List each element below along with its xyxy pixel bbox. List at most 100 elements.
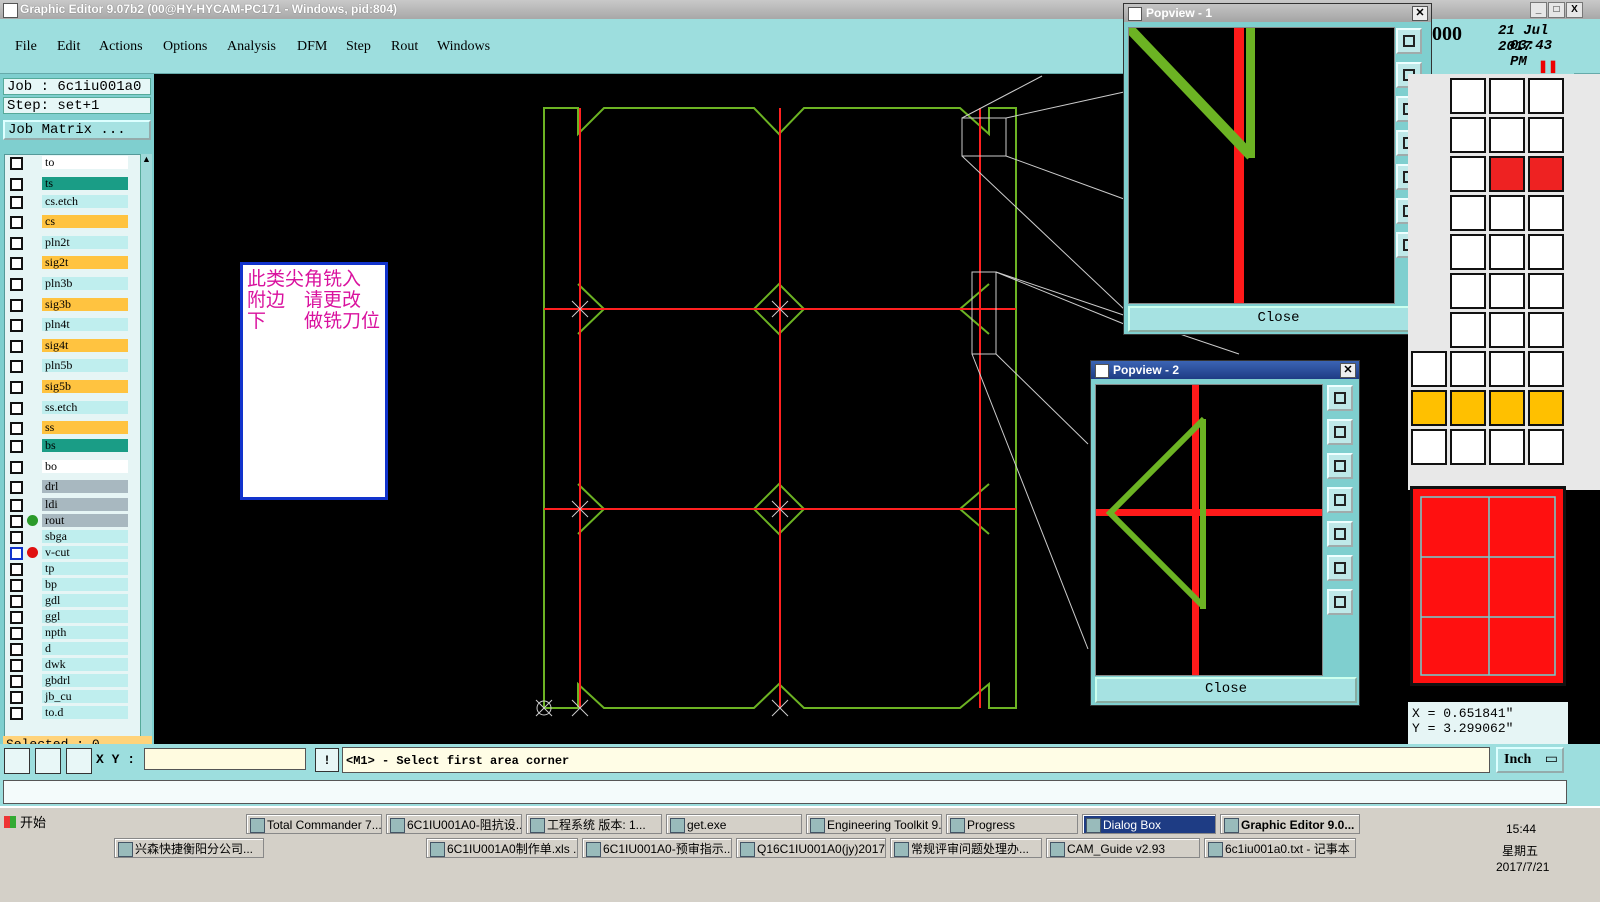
popview-1-close-button[interactable]: Close: [1128, 306, 1429, 332]
layer-row[interactable]: ldi: [5, 497, 143, 513]
tool-button[interactable]: [1528, 429, 1564, 465]
layer-checkbox[interactable]: [10, 401, 23, 415]
layer-row[interactable]: drl: [5, 479, 143, 495]
layer-checkbox[interactable]: [10, 579, 23, 593]
layer-checkbox[interactable]: [10, 157, 23, 170]
tool-button[interactable]: [1450, 195, 1486, 231]
layer-checkbox[interactable]: [10, 515, 23, 529]
popview-2-titlebar[interactable]: Popview - 2 ✕: [1091, 361, 1359, 379]
layer-row[interactable]: cs: [5, 214, 143, 230]
taskbar-button[interactable]: Total Commander 7....: [246, 814, 382, 834]
layer-checkbox[interactable]: [10, 195, 23, 209]
layer-checkbox[interactable]: [10, 499, 23, 513]
tool-button[interactable]: [1450, 390, 1486, 426]
popview-1-canvas[interactable]: [1125, 24, 1395, 304]
taskbar-button[interactable]: Q16C1IU001A0(jy)2017...: [736, 838, 886, 858]
layer-checkbox[interactable]: [10, 643, 23, 657]
tool-button[interactable]: [1528, 312, 1564, 348]
tool-button[interactable]: [1528, 117, 1564, 153]
overview-minimap[interactable]: [1410, 486, 1566, 686]
layer-checkbox[interactable]: [10, 691, 23, 705]
tool-button[interactable]: [1489, 195, 1525, 231]
popview-2-window[interactable]: Popview - 2 ✕ Close: [1090, 360, 1360, 706]
layer-row[interactable]: d: [5, 641, 143, 657]
tool-button[interactable]: [1450, 273, 1486, 309]
layer-checkbox[interactable]: [10, 611, 23, 625]
tool-button[interactable]: [1489, 429, 1525, 465]
layer-row[interactable]: sig5b: [5, 379, 143, 394]
popview-1-titlebar[interactable]: Popview - 1 ✕: [1124, 4, 1431, 22]
scroll-up-arrow[interactable]: ▲: [142, 154, 151, 166]
tool-button[interactable]: [1528, 351, 1564, 387]
layer-checkbox[interactable]: [10, 547, 23, 561]
layer-row[interactable]: v-cut: [5, 545, 143, 561]
tool-button[interactable]: [1489, 273, 1525, 309]
layer-checkbox[interactable]: [10, 563, 23, 577]
taskbar-button[interactable]: 6C1IU001A0制作单.xls ...: [426, 838, 578, 858]
layer-row[interactable]: to: [5, 155, 143, 170]
layer-row[interactable]: jb_cu: [5, 689, 143, 705]
taskbar-button[interactable]: CAM_Guide v2.93: [1046, 838, 1200, 858]
layer-row[interactable]: pln3b: [5, 276, 143, 291]
layer-row[interactable]: bo: [5, 459, 143, 474]
layer-row[interactable]: sig4t: [5, 338, 143, 353]
layer-row[interactable]: dwk: [5, 657, 143, 673]
layer-checkbox[interactable]: [10, 381, 23, 394]
popview-2-close-button[interactable]: Close: [1095, 677, 1357, 703]
info-icon[interactable]: !: [315, 748, 339, 772]
layer-checkbox[interactable]: [10, 298, 23, 312]
menu-edit[interactable]: Edit: [57, 39, 80, 55]
popview-tool-button[interactable]: [1327, 487, 1353, 513]
layer-list-scrollbar[interactable]: ▲ ▼: [140, 154, 152, 804]
layer-row[interactable]: ss.etch: [5, 400, 143, 415]
layer-checkbox[interactable]: [10, 257, 23, 271]
units-selector[interactable]: Inch ▭: [1496, 747, 1564, 773]
tool-button[interactable]: [1489, 78, 1525, 114]
layer-checkbox[interactable]: [10, 659, 23, 673]
measure-icon[interactable]: [35, 748, 61, 774]
popview-tool-button[interactable]: [1396, 28, 1422, 54]
layer-row[interactable]: sig2t: [5, 255, 143, 271]
layer-row[interactable]: rout: [5, 513, 143, 529]
tool-button[interactable]: [1528, 390, 1564, 426]
tool-button[interactable]: [1450, 312, 1486, 348]
menu-dfm[interactable]: DFM: [297, 39, 327, 55]
layer-checkbox[interactable]: [10, 339, 23, 353]
taskbar-button[interactable]: Engineering Toolkit 9...: [806, 814, 942, 834]
layer-checkbox[interactable]: [10, 422, 23, 436]
tool-button[interactable]: [1528, 195, 1564, 231]
layer-row[interactable]: ggl: [5, 609, 143, 625]
tool-button[interactable]: [1528, 156, 1564, 192]
tool-button[interactable]: [1450, 78, 1486, 114]
layer-checkbox[interactable]: [10, 595, 23, 609]
layer-checkbox[interactable]: [10, 216, 23, 230]
layer-row[interactable]: tp: [5, 561, 143, 577]
tool-button[interactable]: [1489, 312, 1525, 348]
popview-1-close-icon[interactable]: ✕: [1412, 6, 1428, 21]
tool-button[interactable]: [1450, 429, 1486, 465]
tool-button[interactable]: [1450, 351, 1486, 387]
minimize-button[interactable]: _: [1530, 2, 1547, 18]
menu-actions[interactable]: Actions: [99, 39, 143, 55]
tool-button[interactable]: [1489, 234, 1525, 270]
menu-windows[interactable]: Windows: [437, 39, 490, 55]
menu-options[interactable]: Options: [163, 39, 207, 55]
layer-row[interactable]: to.d: [5, 705, 143, 721]
taskbar-button[interactable]: Progress: [946, 814, 1078, 834]
layer-checkbox[interactable]: [10, 675, 23, 689]
layer-checkbox[interactable]: [10, 531, 23, 545]
tool-button[interactable]: [1489, 390, 1525, 426]
layer-row[interactable]: pln5b: [5, 358, 143, 374]
taskbar-button[interactable]: Graphic Editor 9.0...: [1220, 814, 1360, 834]
popview-tool-button[interactable]: [1327, 385, 1353, 411]
tool-button[interactable]: [1528, 273, 1564, 309]
xy-input[interactable]: [144, 748, 306, 770]
layer-row[interactable]: ss: [5, 420, 143, 436]
layer-row[interactable]: gdl: [5, 593, 143, 609]
popview-tool-button[interactable]: [1327, 521, 1353, 547]
layer-row[interactable]: npth: [5, 625, 143, 641]
layer-checkbox[interactable]: [10, 360, 23, 374]
layer-checkbox[interactable]: [10, 177, 23, 191]
snap-mode-icon[interactable]: [4, 748, 30, 774]
menu-step[interactable]: Step: [346, 39, 371, 55]
